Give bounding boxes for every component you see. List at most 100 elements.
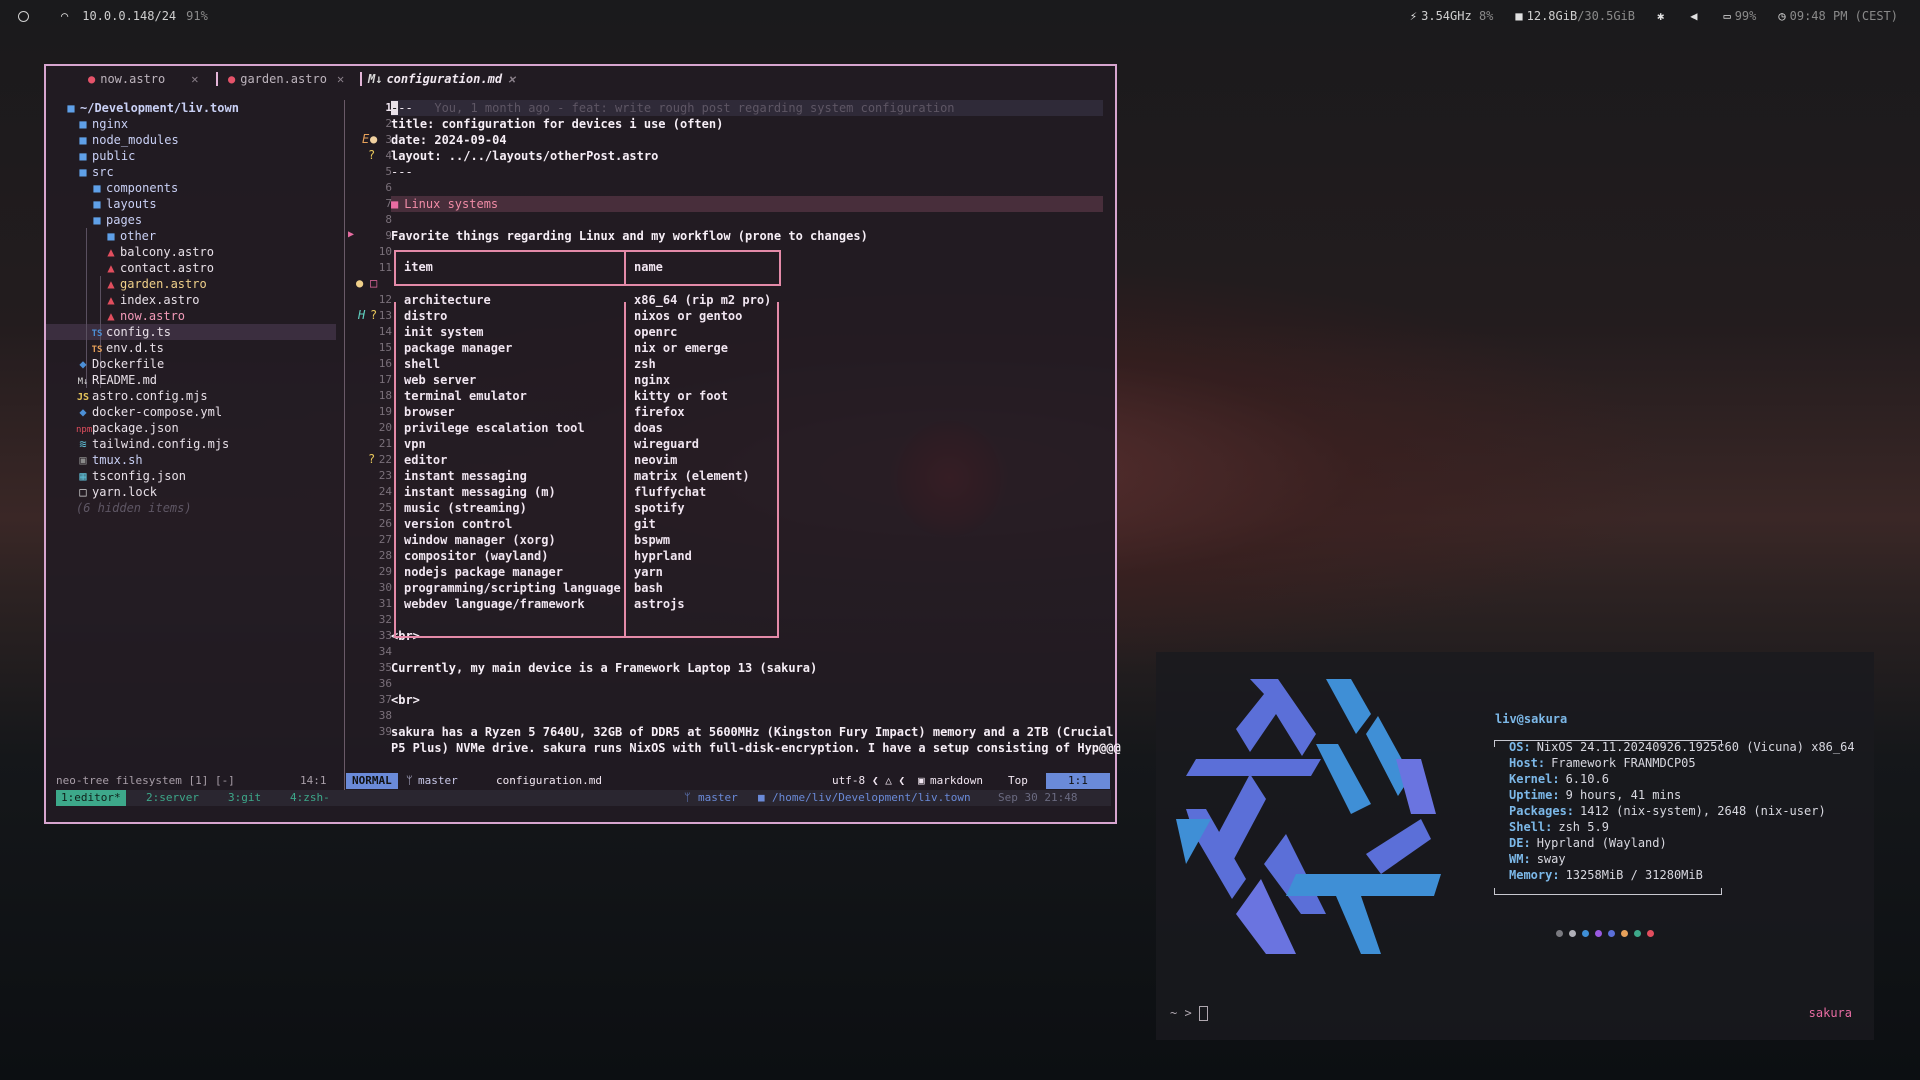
tree-item[interactable]: ◆ docker-compose.yml xyxy=(76,404,222,420)
fastfetch-row: Host: Framework FRANMDCP05 xyxy=(1495,755,1855,771)
tab-garden-astro[interactable]: ● garden.astro ✕ xyxy=(228,72,344,86)
shell-prompt[interactable]: ~ > xyxy=(1170,1006,1208,1021)
tree-item[interactable]: JS astro.config.mjs xyxy=(76,388,208,404)
tree-item[interactable]: ■ src xyxy=(76,164,113,180)
tree-item[interactable]: ▦ tsconfig.json xyxy=(76,468,186,484)
staged-square-icon: □ xyxy=(370,276,378,290)
table-cell-item: programming/scripting language xyxy=(404,581,621,595)
tree-item[interactable]: ▣ tmux.sh xyxy=(76,452,142,468)
table-cell-name: firefox xyxy=(634,405,685,419)
workspace-indicator-icon[interactable] xyxy=(18,10,29,22)
palette-dot xyxy=(1647,930,1654,937)
line-number: 22 xyxy=(378,453,392,466)
volume-icon[interactable]: ◀ xyxy=(1690,9,1697,23)
close-icon[interactable]: ✕ xyxy=(508,72,515,86)
table-cell-name: neovim xyxy=(634,453,678,467)
docker-icon: ◆ xyxy=(79,357,87,371)
git-branch: master xyxy=(418,774,458,787)
line-number: 27 xyxy=(378,533,392,546)
table-cell-item: instant messaging xyxy=(404,469,527,483)
tab-separator xyxy=(216,72,218,86)
astro-file-icon: ▲ xyxy=(107,277,115,291)
tailwind-icon: ≋ xyxy=(79,437,87,451)
frontmatter-layout: layout: ../../layouts/otherPost.astro xyxy=(391,149,659,163)
table-divider xyxy=(624,302,626,638)
line-number: 13 xyxy=(378,309,392,322)
info-box-bottom xyxy=(1494,888,1722,895)
tree-item[interactable]: ■ other xyxy=(104,228,156,244)
tree-item[interactable]: ▲ index.astro xyxy=(104,292,199,308)
buffer-tabs: ● now.astro ✕ ● garden.astro ✕ M↓ configurati… xyxy=(46,66,1115,90)
tmux-window[interactable]: 3:git xyxy=(228,790,261,806)
table-cell-item: browser xyxy=(404,405,455,419)
line-number: 6 xyxy=(385,181,392,194)
line-number: 5 xyxy=(385,165,392,178)
neovim-window[interactable]: ● now.astro ✕ ● garden.astro ✕ M↓ configurati… xyxy=(44,64,1121,824)
tree-item[interactable]: ■ layouts xyxy=(90,196,156,212)
clock-icon: ◷ xyxy=(1778,9,1786,23)
tree-item[interactable]: ▲ contact.astro xyxy=(104,260,214,276)
table-cell-item: instant messaging (m) xyxy=(404,485,556,499)
tree-item-selected[interactable]: ▲ now.astro xyxy=(104,308,185,324)
fastfetch-value: 13258MiB / 31280MiB xyxy=(1565,868,1703,882)
split-divider[interactable] xyxy=(344,100,345,806)
memory-icon: ■ xyxy=(1515,9,1523,23)
line-number: 36 xyxy=(378,677,392,690)
battery-level: 99% xyxy=(1734,9,1757,23)
tmux-window[interactable]: 2:server xyxy=(146,790,199,806)
wifi-icon: ◠ xyxy=(61,9,69,23)
line-number: 12 xyxy=(378,293,392,306)
cursor-position: 1:1 xyxy=(1046,773,1110,789)
bluetooth-icon[interactable]: ✱ xyxy=(1657,9,1664,23)
line-number: 20 xyxy=(378,421,392,434)
lock-icon: □ xyxy=(79,485,87,499)
folder-open-icon: ■ xyxy=(79,165,87,179)
tree-item[interactable]: ■ public xyxy=(76,148,135,164)
line-number: 26 xyxy=(378,517,392,530)
tree-root[interactable]: ■ ~/Development/liv.town xyxy=(64,100,239,116)
palette-dot xyxy=(1621,930,1628,937)
table-cell-name: astrojs xyxy=(634,597,685,611)
tree-item[interactable]: ◆ Dockerfile xyxy=(76,356,164,372)
table-header-name: name xyxy=(634,260,663,274)
tree-item[interactable]: ▲ garden.astro xyxy=(104,276,206,292)
tree-item[interactable]: ■ nginx xyxy=(76,116,128,132)
paragraph-line-wrap: P5 Plus) NVMe drive. sakura runs NixOS w… xyxy=(391,741,1121,755)
line-number: 37 xyxy=(378,693,392,706)
close-icon[interactable]: ✕ xyxy=(337,72,344,86)
tree-item[interactable]: ■ node_modules xyxy=(76,132,178,148)
tab-now-astro[interactable]: ● now.astro ✕ xyxy=(88,72,199,86)
tmux-window[interactable]: 4:zsh- xyxy=(290,790,330,806)
shell-file-icon: ▣ xyxy=(79,453,87,467)
palette-dot xyxy=(1595,930,1602,937)
memory-total: /30.5GiB xyxy=(1577,9,1635,23)
line-number: 31 xyxy=(378,597,392,610)
table-cell-item: compositor (wayland) xyxy=(404,549,549,563)
tree-item[interactable]: ■ components xyxy=(90,180,178,196)
tree-item[interactable]: TS env.d.ts xyxy=(90,340,164,356)
tree-item[interactable]: M↓ README.md xyxy=(76,372,157,388)
folder-icon: ■ xyxy=(93,181,101,195)
mode-indicator: NORMAL xyxy=(346,773,398,789)
tmux-window-active[interactable]: 1:editor* xyxy=(56,790,126,806)
astro-file-icon: ▲ xyxy=(107,309,115,323)
fastfetch-row: DE: Hyprland (Wayland) xyxy=(1495,835,1855,851)
table-cell-name: doas xyxy=(634,421,663,435)
git-branch-icon: ᛘ xyxy=(406,774,413,787)
tree-item[interactable]: □ yarn.lock xyxy=(76,484,157,500)
table-cell-item: terminal emulator xyxy=(404,389,527,403)
tree-item[interactable]: ≋ tailwind.config.mjs xyxy=(76,436,229,452)
line-number: 39 xyxy=(378,725,392,738)
terminal-window[interactable]: liv@sakura OS: NixOS 24.11.20240926.1925c… xyxy=(1156,652,1874,1040)
tab-configuration-md[interactable]: M↓ configuration.md ✕ xyxy=(368,72,515,86)
palette-dot xyxy=(1569,930,1576,937)
tree-item[interactable]: TS config.ts xyxy=(90,324,171,340)
tree-item[interactable]: ▲ balcony.astro xyxy=(104,244,214,260)
close-icon[interactable]: ✕ xyxy=(191,72,198,86)
table-cell-name: spotify xyxy=(634,501,685,515)
table-cell-name: matrix (element) xyxy=(634,469,750,483)
tree-item[interactable]: npmpackage.json xyxy=(76,420,179,436)
folder-icon: ■ xyxy=(79,149,87,163)
fastfetch-value: 9 hours, 41 mins xyxy=(1565,788,1682,802)
tree-item[interactable]: ■ pages xyxy=(90,212,142,228)
